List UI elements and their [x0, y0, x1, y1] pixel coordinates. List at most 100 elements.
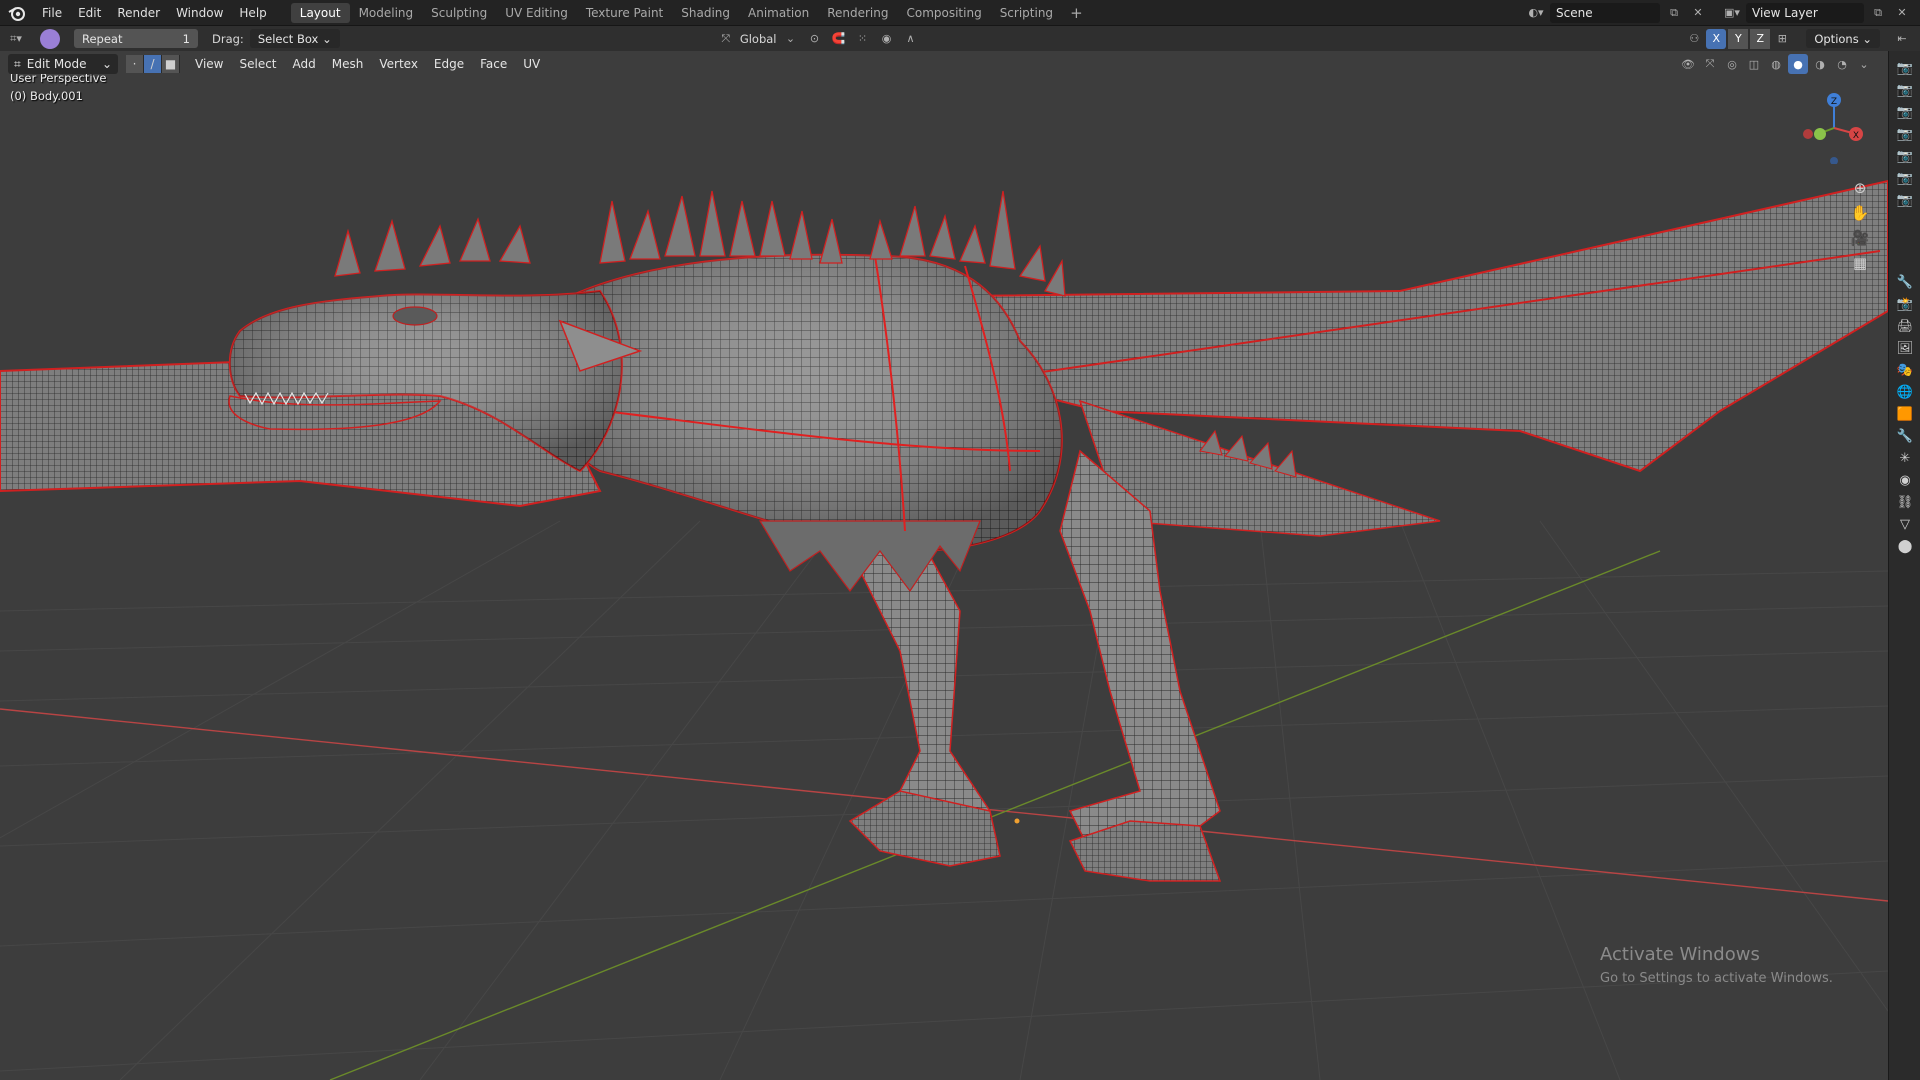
vertex-select-icon[interactable]: ·: [126, 55, 144, 73]
axis-x-toggle[interactable]: X: [1706, 28, 1727, 49]
menu-render[interactable]: Render: [109, 2, 168, 24]
menu-face[interactable]: Face: [473, 54, 514, 74]
tab-modeling[interactable]: Modeling: [350, 3, 423, 23]
scene-field[interactable]: Scene: [1550, 2, 1660, 23]
3d-viewport[interactable]: User Perspective (0) Body.001 Z X ⊕ ✋ 🎥 …: [0, 51, 1888, 1080]
tool-settings-header: ⌗▾ Repeat 1 Drag: Select Box ⌄ ⤧ Global ⌄…: [0, 26, 1920, 51]
menu-uv[interactable]: UV: [516, 54, 547, 74]
blender-logo-icon[interactable]: [0, 0, 34, 26]
camera-icon[interactable]: 📷: [1889, 167, 1920, 189]
wireframe-shading-icon[interactable]: ◍: [1766, 54, 1786, 74]
menu-vertex[interactable]: Vertex: [372, 54, 425, 74]
active-tool-icon[interactable]: [40, 28, 60, 49]
constraints-properties-icon[interactable]: ⛓: [1889, 491, 1920, 513]
edge-select-icon[interactable]: /: [144, 55, 162, 73]
pivot-point-icon[interactable]: ⊙: [805, 29, 825, 49]
chevron-down-icon[interactable]: ⌄: [781, 29, 801, 49]
view-layer-icon[interactable]: ▣▾: [1722, 3, 1742, 23]
close-scene-icon[interactable]: ✕: [1688, 3, 1708, 23]
gizmo-negative-x[interactable]: [1803, 129, 1813, 139]
editor-type-icon[interactable]: ⌗▾: [6, 29, 26, 49]
tab-uv-editing[interactable]: UV Editing: [496, 3, 577, 23]
new-view-layer-icon[interactable]: ⧉: [1868, 3, 1888, 23]
options-label: Options: [1814, 31, 1859, 46]
add-workspace-button[interactable]: +: [1062, 4, 1091, 22]
mode-select[interactable]: ⌗ Edit Mode ⌄: [8, 54, 118, 74]
camera-icon[interactable]: 📷: [1889, 101, 1920, 123]
options-dropdown[interactable]: Options ⌄: [1806, 29, 1880, 48]
menu-edit[interactable]: Edit: [70, 2, 109, 24]
axis-y-toggle[interactable]: Y: [1728, 28, 1749, 49]
output-properties-icon[interactable]: 🖨: [1889, 315, 1920, 337]
camera-view-icon[interactable]: 🎥: [1848, 226, 1872, 250]
tab-layout[interactable]: Layout: [290, 2, 350, 23]
rendered-shading-icon[interactable]: ◔: [1832, 54, 1852, 74]
material-properties-icon[interactable]: ⬤: [1889, 535, 1920, 557]
gizmo-toggle-icon[interactable]: ⤧: [1700, 54, 1720, 74]
falloff-icon[interactable]: ∧: [901, 29, 921, 49]
physics-properties-icon[interactable]: ◉: [1889, 469, 1920, 491]
solid-shading-icon[interactable]: ●: [1788, 54, 1808, 74]
tab-sculpting[interactable]: Sculpting: [422, 3, 496, 23]
menu-edge[interactable]: Edge: [427, 54, 471, 74]
proportional-edit-icon[interactable]: ◉: [877, 29, 897, 49]
repeat-value: 1: [182, 31, 190, 46]
menu-select[interactable]: Select: [232, 54, 283, 74]
chevron-down-icon: ⌄: [101, 57, 112, 71]
topology-mirror-icon[interactable]: ⊞: [1772, 29, 1792, 49]
pan-hand-icon[interactable]: ✋: [1848, 201, 1872, 225]
tab-compositing[interactable]: Compositing: [897, 3, 990, 23]
axis-z-toggle[interactable]: Z: [1750, 28, 1771, 49]
tab-shading[interactable]: Shading: [672, 3, 739, 23]
xray-icon[interactable]: ◫: [1744, 54, 1764, 74]
camera-icon[interactable]: 📷: [1889, 57, 1920, 79]
tab-texture-paint[interactable]: Texture Paint: [577, 3, 672, 23]
ortho-toggle-icon[interactable]: ▦: [1848, 251, 1872, 275]
object-properties-icon[interactable]: 🟧: [1889, 403, 1920, 425]
view-layer-properties-icon[interactable]: 🖼: [1889, 337, 1920, 359]
data-properties-icon[interactable]: ▽: [1889, 513, 1920, 535]
tab-animation[interactable]: Animation: [739, 3, 818, 23]
menu-mesh[interactable]: Mesh: [325, 54, 371, 74]
snap-icon[interactable]: 🧲: [829, 29, 849, 49]
scene-icon[interactable]: ◐▾: [1526, 3, 1546, 23]
repeat-button[interactable]: Repeat 1: [74, 29, 198, 48]
face-select-icon[interactable]: ■: [162, 55, 180, 73]
menu-window[interactable]: Window: [168, 2, 231, 24]
camera-icon[interactable]: 📷: [1889, 79, 1920, 101]
snap-target-icon[interactable]: ⁙: [853, 29, 873, 49]
drag-select[interactable]: Select Box ⌄: [249, 29, 340, 48]
render-properties-icon[interactable]: 📸: [1889, 293, 1920, 315]
sidebar-toggle-icon[interactable]: ⇤: [1892, 29, 1912, 49]
navigation-gizmo[interactable]: Z X: [1790, 84, 1870, 164]
menu-add[interactable]: Add: [286, 54, 323, 74]
camera-icon[interactable]: 📷: [1889, 145, 1920, 167]
particles-properties-icon[interactable]: ✳: [1889, 447, 1920, 469]
material-shading-icon[interactable]: ◑: [1810, 54, 1830, 74]
menu-view[interactable]: View: [188, 54, 230, 74]
orientation-value[interactable]: Global: [740, 32, 777, 46]
mirror-options: ⚇ X Y Z ⊞ Options ⌄ ⇤: [1684, 28, 1920, 49]
menu-help[interactable]: Help: [231, 2, 274, 24]
tab-scripting[interactable]: Scripting: [991, 3, 1062, 23]
camera-icon[interactable]: 📷: [1889, 123, 1920, 145]
scene-controls: ◐▾ Scene ⧉ ✕ ▣▾ View Layer ⧉ ✕: [1526, 2, 1920, 23]
chevron-down-icon[interactable]: ⌄: [1854, 54, 1874, 74]
modifier-properties-icon[interactable]: 🔧: [1889, 425, 1920, 447]
world-properties-icon[interactable]: 🌐: [1889, 381, 1920, 403]
properties-strip: 📷 📷 📷 📷 📷 📷 📷 🔧 📸 🖨 🖼 🎭 🌐 🟧 🔧 ✳ ◉ ⛓ ▽ ⬤: [1888, 51, 1920, 1080]
overlays-icon[interactable]: ◎: [1722, 54, 1742, 74]
view-layer-field[interactable]: View Layer: [1746, 2, 1864, 23]
zoom-icon[interactable]: ⊕: [1848, 176, 1872, 200]
tool-properties-icon[interactable]: 🔧: [1889, 271, 1920, 293]
menu-file[interactable]: File: [34, 2, 70, 24]
gizmo-y-axis[interactable]: [1814, 128, 1826, 140]
visibility-icon[interactable]: 👁: [1678, 54, 1698, 74]
camera-icon[interactable]: 📷: [1889, 189, 1920, 211]
gizmo-x-label: X: [1853, 131, 1859, 141]
new-scene-icon[interactable]: ⧉: [1664, 3, 1684, 23]
gizmo-negative-z[interactable]: [1830, 157, 1838, 164]
scene-properties-icon[interactable]: 🎭: [1889, 359, 1920, 381]
close-view-layer-icon[interactable]: ✕: [1892, 3, 1912, 23]
tab-rendering[interactable]: Rendering: [818, 3, 897, 23]
